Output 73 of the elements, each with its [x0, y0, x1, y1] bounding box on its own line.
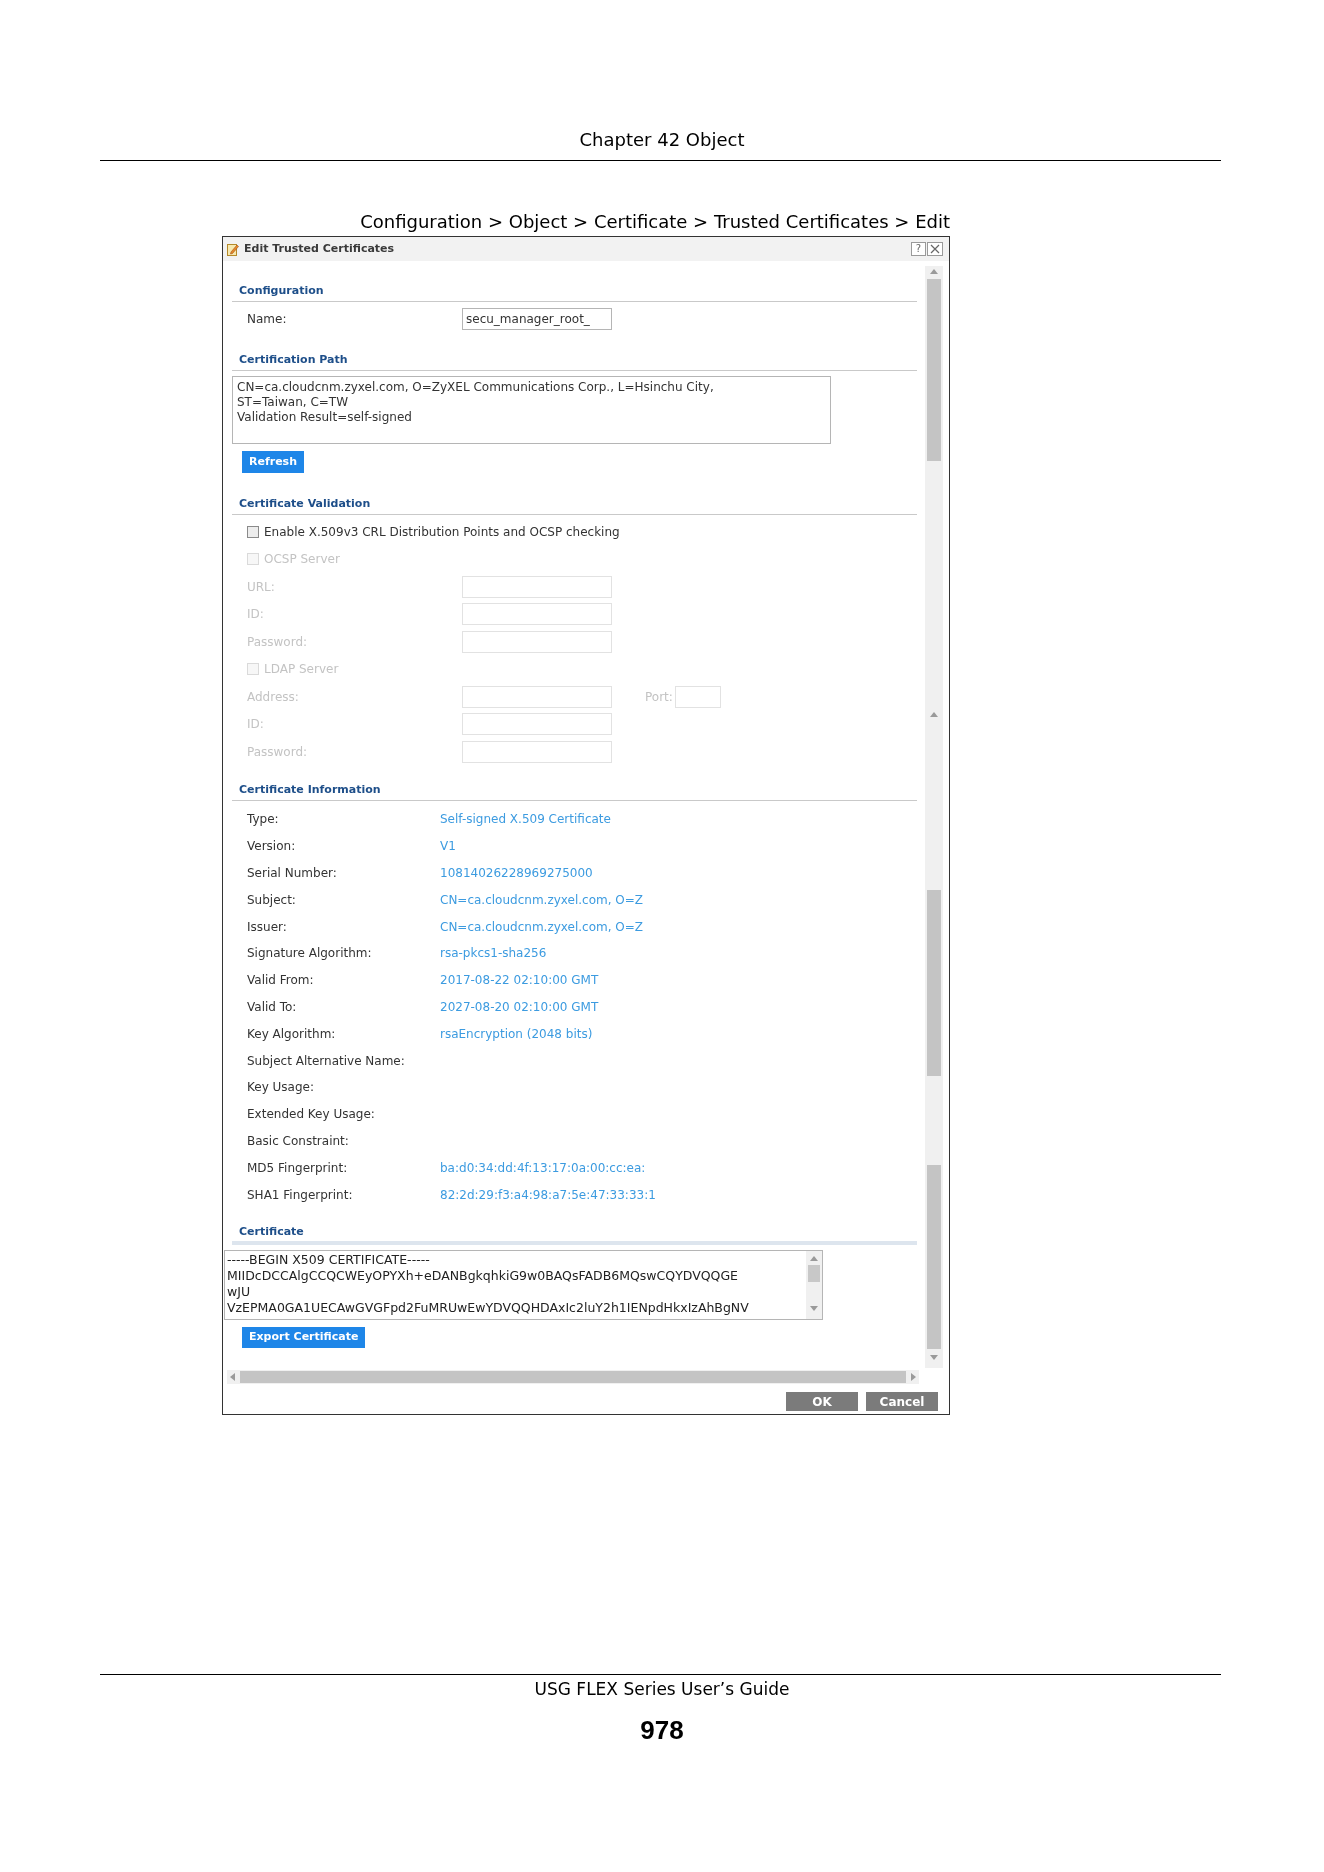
field-label: Subject Alternative Name: — [247, 1052, 405, 1070]
field-value: 82:2d:29:f3:a4:98:a7:5e:47:33:33:1 — [440, 1186, 656, 1204]
scrollbar[interactable] — [806, 1250, 822, 1319]
field-label: URL: — [247, 578, 275, 596]
left-arrow-icon[interactable] — [230, 1372, 235, 1381]
field-value: CN=ca.cloudcnm.zyxel.com, O=Z — [440, 891, 644, 909]
field-label: Port: — [645, 688, 673, 706]
field-label: SHA1 Fingerprint: — [247, 1186, 353, 1204]
scrollbar-thumb[interactable] — [927, 1165, 941, 1349]
guide-title: USG FLEX Series User’s Guide — [534, 1679, 790, 1699]
checkbox-label: OCSP Server — [264, 551, 340, 569]
notepad-pencil-icon — [227, 242, 239, 256]
field-value: 10814026228969275000 — [440, 865, 593, 882]
chapter-title: Chapter 42 Object — [579, 129, 745, 151]
down-arrow-icon[interactable] — [810, 1305, 818, 1311]
scrollbar[interactable] — [925, 266, 943, 1368]
field-value: 2027-08-20 02:10:00 GMT — [440, 998, 599, 1016]
checkbox-label: Enable X.509v3 CRL Distribution Points and OCSP checking — [264, 523, 620, 541]
up-arrow-icon[interactable] — [930, 269, 938, 274]
field-label: Name: — [247, 311, 287, 328]
scrollbar-thumb[interactable] — [927, 279, 941, 461]
field-label: Password: — [247, 743, 308, 761]
help-button[interactable]: ? — [911, 242, 926, 256]
field-label: Address: — [247, 688, 299, 706]
scrollbar-thumb[interactable] — [240, 1370, 906, 1383]
section-heading: Configuration — [239, 283, 324, 299]
field-label: Password: — [247, 633, 308, 651]
field-label: MD5 Fingerprint: — [247, 1159, 348, 1177]
scrollbar-thumb[interactable] — [927, 890, 941, 1076]
right-arrow-icon[interactable] — [911, 1372, 916, 1381]
field-label: Serial Number: — [247, 865, 337, 882]
field-label: Basic Constraint: — [247, 1132, 349, 1150]
field-label: Key Usage: — [247, 1079, 314, 1097]
field-label: Signature Algorithm: — [247, 945, 372, 963]
name-input[interactable]: secu_manager_root_ — [462, 308, 612, 330]
up-arrow-icon[interactable] — [930, 712, 938, 717]
section-heading: Certificate Validation — [239, 496, 371, 512]
field-value: 2017-08-22 02:10:00 GMT — [440, 972, 599, 990]
field-label: Version: — [247, 838, 296, 856]
checkbox-label: LDAP Server — [264, 661, 339, 679]
section-heading: Certificate Information — [239, 782, 381, 798]
field-value: V1 — [440, 838, 456, 856]
ok-button[interactable]: OK — [786, 1392, 858, 1411]
field-label: Valid To: — [247, 998, 297, 1016]
field-label: ID: — [247, 606, 264, 624]
section-heading: Certificate — [239, 1223, 304, 1240]
field-label: Extended Key Usage: — [247, 1106, 375, 1124]
field-label: ID: — [247, 716, 264, 734]
export-certificate-button[interactable]: Export Certificate — [242, 1326, 366, 1348]
field-label: Type: — [247, 811, 279, 829]
field-label: Issuer: — [247, 918, 287, 936]
scrollbar-thumb[interactable] — [808, 1264, 820, 1282]
certification-path-field[interactable]: CN=ca.cloudcnm.zyxel.com, O=ZyXEL Communications Corp., L=Hsinchu City, ST=Taiwan, C=TW Validation Result=self-signed — [232, 376, 831, 444]
field-label: Subject: — [247, 891, 296, 909]
window-title: Edit Trusted Certificates — [244, 242, 395, 256]
field-value: ba:d0:34:dd:4f:13:17:0a:00:cc:ea: — [440, 1159, 646, 1177]
scrollbar[interactable] — [227, 1369, 919, 1384]
cancel-button[interactable]: Cancel — [866, 1392, 938, 1411]
figure-caption: Configuration > Object > Certificate > Trusted Certificates > Edit — [360, 211, 950, 233]
close-icon[interactable] — [927, 242, 943, 256]
field-value: CN=ca.cloudcnm.zyxel.com, O=Z — [440, 918, 644, 936]
refresh-button[interactable]: Refresh — [242, 451, 304, 473]
field-value: Self-signed X.509 Certificate — [440, 811, 611, 829]
up-arrow-icon[interactable] — [810, 1255, 818, 1261]
field-value: rsa-pkcs1-sha256 — [440, 945, 547, 963]
checkbox[interactable] — [247, 525, 259, 538]
section-heading: Certification Path — [239, 352, 348, 368]
field-label: Valid From: — [247, 972, 314, 990]
page-number: 978 — [640, 1715, 684, 1745]
field-value: rsaEncryption (2048 bits) — [440, 1025, 593, 1043]
down-arrow-icon[interactable] — [930, 1355, 938, 1360]
certificate-text-field[interactable]: -----BEGIN X509 CERTIFICATE----- MIIDcDCCAlgCCQCWEyOPYXh+eDANBgkqhkiG9w0BAQsFADB6MQswCQYDVQQGE wJU VzEPMA0GA1UECAwGVGFpd2FuMRUwEwYDVQQHDAxIc2luY2h1IENpdHkxIzAhBgNV — [224, 1249, 823, 1320]
field-label: Key Algorithm: — [247, 1025, 336, 1043]
